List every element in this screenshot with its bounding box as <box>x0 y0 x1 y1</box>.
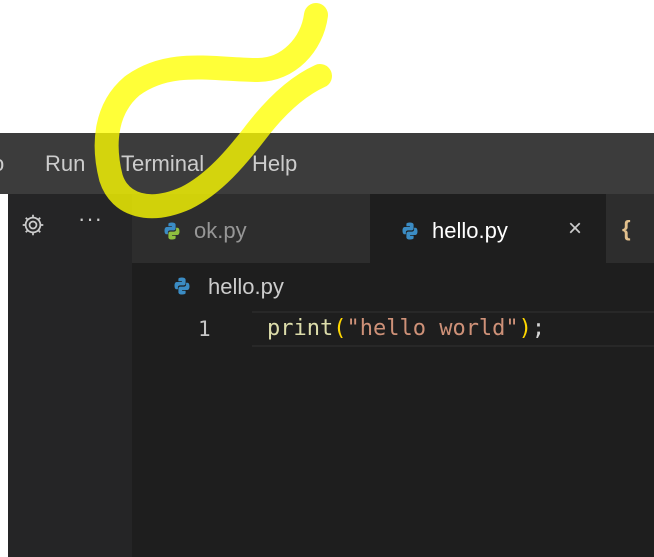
python-icon <box>164 222 180 240</box>
menu-item-run[interactable]: Run <box>45 151 85 177</box>
vscode-window: o Run Terminal Help ··· ok.py <box>0 133 654 557</box>
menu-item-help[interactable]: Help <box>252 151 297 177</box>
breadcrumb-file[interactable]: hello.py <box>208 274 284 300</box>
tab-bar: ok.py hello.py × { <box>132 194 654 263</box>
token-paren-open: ( <box>333 316 347 341</box>
tab-ok-py[interactable]: ok.py <box>132 194 370 263</box>
screen-edge <box>0 194 8 557</box>
menu-item-terminal[interactable]: Terminal <box>121 151 204 177</box>
code-line[interactable]: 1 print("hello world"); <box>132 311 654 347</box>
menu-bar: o Run Terminal Help <box>0 133 654 194</box>
breadcrumb: hello.py <box>132 263 654 307</box>
tab-json-partial[interactable]: { <box>606 194 654 263</box>
python-icon <box>402 222 418 240</box>
python-icon <box>174 277 190 295</box>
token-string: "hello world" <box>346 316 519 341</box>
code-text[interactable]: print("hello world"); <box>267 316 545 341</box>
tab-hello-py[interactable]: hello.py × <box>370 194 606 263</box>
json-icon: { <box>622 216 631 241</box>
tab-label: ok.py <box>194 218 247 243</box>
gear-icon[interactable] <box>20 212 46 238</box>
token-paren-close: ) <box>518 316 532 341</box>
code-editor[interactable]: 1 print("hello world"); <box>132 307 654 557</box>
menu-item-cut-off[interactable]: o <box>0 151 4 177</box>
token-semicolon: ; <box>531 316 546 341</box>
tab-label: hello.py <box>432 218 508 243</box>
sidebar-header: ··· <box>8 194 132 557</box>
close-icon[interactable]: × <box>568 216 582 242</box>
more-actions-icon[interactable]: ··· <box>78 206 103 232</box>
token-function: print <box>267 316 334 341</box>
line-number: 1 <box>198 317 211 341</box>
